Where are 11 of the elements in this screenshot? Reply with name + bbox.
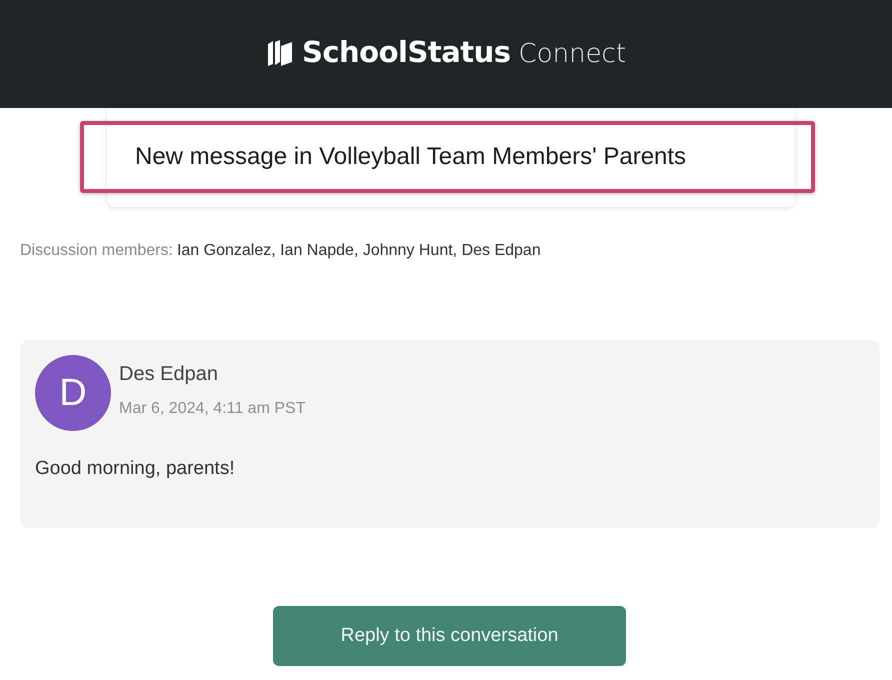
members-label: Discussion members: — [20, 241, 173, 261]
avatar: D — [35, 355, 111, 431]
reply-button[interactable]: Reply to this conversation — [273, 606, 626, 666]
product-name: Connect — [518, 38, 626, 72]
logo-icon — [266, 38, 294, 68]
brand-name: SchoolStatus — [302, 34, 511, 72]
message-text: Good morning, parents! — [35, 458, 235, 479]
message-time: Mar 6, 2024, 4:11 am PST — [119, 399, 306, 419]
author-name: Des Edpan — [119, 362, 219, 387]
notice-title: New message in Volleyball Team Members' Parents — [134, 142, 686, 172]
members-names: Ian Gonzalez, Ian Napde, Johnny Hunt, Des Edpan — [176, 241, 541, 261]
